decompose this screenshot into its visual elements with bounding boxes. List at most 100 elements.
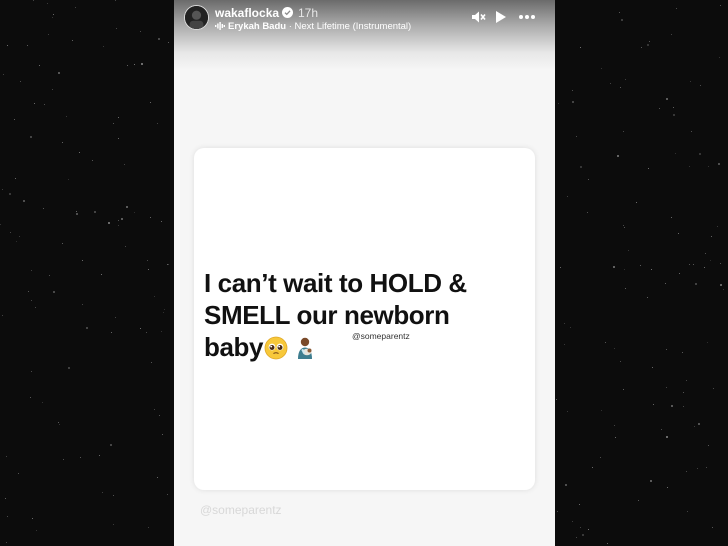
film-grain-speck: [623, 225, 624, 226]
film-grain-speck: [576, 537, 577, 538]
film-grain-speck: [679, 273, 680, 274]
film-grain-speck: [601, 68, 602, 69]
username[interactable]: wakaflocka: [215, 6, 279, 20]
film-grain-speck: [23, 200, 25, 202]
verified-badge-icon: [282, 7, 293, 18]
film-grain-speck: [59, 424, 60, 425]
film-grain-speck: [9, 193, 11, 195]
film-grain-speck: [689, 264, 690, 265]
film-grain-speck: [48, 34, 49, 35]
film-grain-speck: [588, 529, 589, 530]
post-text-line-2: SMELL our newborn: [204, 300, 450, 330]
film-grain-speck: [620, 361, 621, 362]
film-grain-speck: [700, 85, 701, 86]
film-grain-speck: [617, 155, 619, 157]
film-grain-speck: [168, 42, 169, 43]
film-grain-speck: [16, 241, 17, 242]
film-grain-speck: [39, 65, 40, 66]
film-grain-speck: [718, 163, 720, 165]
film-grain-speck: [82, 304, 83, 305]
film-grain-speck: [580, 527, 581, 528]
film-grain-speck: [159, 415, 160, 416]
film-grain-speck: [3, 74, 4, 75]
film-grain-speck: [659, 108, 660, 109]
film-grain-speck: [717, 226, 718, 227]
film-grain-speck: [592, 467, 593, 468]
film-grain-speck: [76, 211, 77, 212]
post-text-line-1: I can’t wait to HOLD &: [204, 268, 467, 298]
film-grain-speck: [666, 349, 667, 350]
person-feeding-baby-emoji-icon: [298, 337, 313, 359]
avatar[interactable]: [184, 5, 209, 30]
film-grain-speck: [113, 524, 114, 525]
film-grain-speck: [80, 457, 81, 458]
film-grain-speck: [567, 411, 568, 412]
film-grain-speck: [613, 266, 615, 268]
film-grain-speck: [162, 434, 163, 435]
faded-footer-handle: @someparentz: [200, 503, 282, 517]
music-attribution[interactable]: Erykah Badu · Next Lifetime (Instrumenta…: [215, 21, 411, 32]
film-grain-speck: [42, 402, 43, 403]
film-grain-speck: [667, 487, 668, 488]
film-grain-speck: [115, 317, 116, 318]
film-grain-speck: [168, 264, 169, 265]
film-grain-speck: [94, 211, 96, 213]
film-grain-speck: [619, 12, 620, 13]
film-grain-speck: [18, 473, 19, 474]
film-grain-speck: [15, 178, 16, 179]
story-frame[interactable]: wakaflocka 17h Erykah Badu · Next Lifeti…: [174, 0, 555, 546]
film-grain-speck: [148, 527, 149, 528]
film-grain-speck: [708, 445, 709, 446]
film-grain-speck: [556, 399, 557, 400]
film-grain-speck: [86, 327, 88, 329]
film-grain-speck: [7, 45, 8, 46]
film-grain-speck: [638, 500, 639, 501]
left-dark-panel: [0, 0, 174, 546]
film-grain-speck: [620, 87, 621, 88]
film-grain-speck: [31, 300, 32, 301]
film-grain-speck: [711, 236, 712, 237]
film-grain-speck: [116, 28, 117, 29]
film-grain-speck: [623, 131, 624, 132]
film-grain-speck: [605, 342, 606, 343]
film-grain-speck: [640, 265, 641, 266]
film-grain-speck: [647, 44, 649, 46]
film-grain-speck: [151, 362, 152, 363]
film-grain-speck: [723, 289, 724, 290]
post-text: I can’t wait to HOLD & SMELL our newborn…: [204, 267, 504, 363]
film-grain-speck: [564, 344, 565, 345]
mute-icon[interactable]: [469, 8, 487, 26]
film-grain-speck: [44, 104, 45, 105]
play-icon[interactable]: [491, 8, 509, 26]
film-grain-speck: [689, 166, 690, 167]
film-grain-speck: [103, 46, 104, 47]
film-grain-speck: [624, 269, 625, 270]
film-grain-speck: [58, 72, 60, 74]
music-track: Next Lifetime (Instrumental): [294, 21, 412, 32]
film-grain-speck: [673, 107, 674, 108]
film-grain-speck: [628, 250, 629, 251]
film-grain-speck: [572, 90, 573, 91]
film-grain-speck: [68, 179, 69, 180]
film-grain-speck: [683, 406, 684, 407]
film-grain-speck: [118, 138, 119, 139]
film-grain-speck: [666, 98, 668, 100]
film-grain-speck: [651, 269, 652, 270]
pleading-face-emoji-icon: [264, 336, 288, 360]
film-grain-speck: [558, 103, 559, 104]
film-grain-speck: [705, 253, 706, 254]
film-grain-speck: [647, 297, 648, 298]
film-grain-speck: [588, 179, 589, 180]
film-grain-speck: [36, 530, 37, 531]
film-grain-speck: [560, 267, 561, 268]
more-icon[interactable]: [517, 8, 537, 26]
film-grain-speck: [675, 153, 676, 154]
film-grain-speck: [690, 81, 691, 82]
film-grain-speck: [118, 220, 119, 221]
film-grain-speck: [113, 495, 114, 496]
post-time: 17h: [298, 6, 319, 20]
film-grain-speck: [671, 217, 672, 218]
film-grain-speck: [683, 392, 684, 393]
film-grain-speck: [5, 498, 6, 499]
film-grain-speck: [62, 142, 63, 143]
